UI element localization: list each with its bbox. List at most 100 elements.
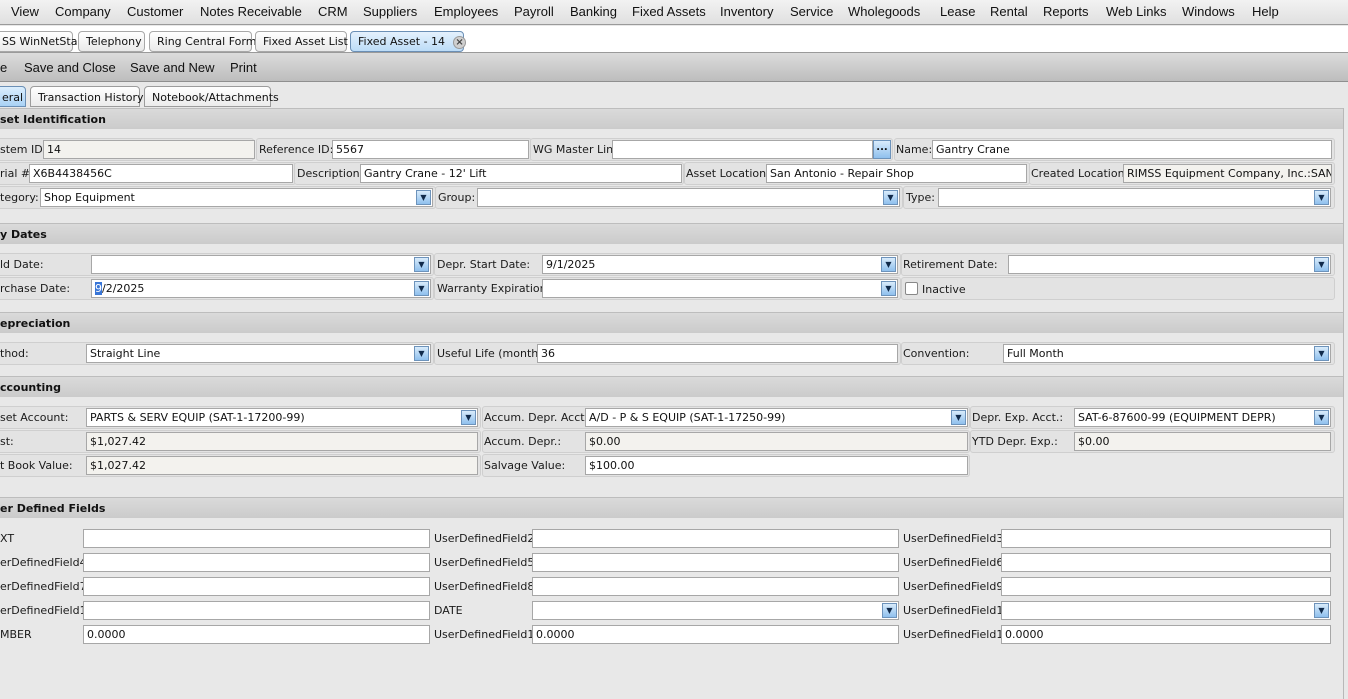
salvage-value-field[interactable]: $100.00	[585, 456, 968, 475]
menu-fixed-assets[interactable]: Fixed Assets	[632, 4, 706, 19]
menu-help[interactable]: Help	[1252, 4, 1279, 19]
tab-label: Telephony	[86, 35, 142, 48]
menu-company[interactable]: Company	[55, 4, 111, 19]
chevron-down-icon[interactable]: ▼	[881, 257, 896, 272]
name-label: Name:	[896, 143, 933, 156]
chevron-down-icon[interactable]: ▼	[1314, 603, 1329, 618]
chevron-down-icon[interactable]: ▼	[1314, 410, 1329, 425]
menu-windows[interactable]: Windows	[1182, 4, 1235, 19]
chevron-down-icon[interactable]: ▼	[882, 603, 897, 618]
menu-banking[interactable]: Banking	[570, 4, 617, 19]
wg-master-link-field[interactable]	[612, 140, 873, 159]
description-field[interactable]: Gantry Crane - 12' Lift	[360, 164, 682, 183]
menu-notes-receivable[interactable]: Notes Receivable	[200, 4, 302, 19]
udf-label: MBER	[0, 628, 32, 641]
udf-field[interactable]: 0.0000	[532, 625, 899, 644]
chevron-down-icon[interactable]: ▼	[414, 346, 429, 361]
udf-field[interactable]	[83, 601, 430, 620]
udf-field[interactable]	[532, 577, 899, 596]
menu-wholegoods[interactable]: Wholegoods	[848, 4, 920, 19]
udf-field[interactable]	[532, 529, 899, 548]
reference-id-field[interactable]: 5567	[332, 140, 529, 159]
close-tab-icon[interactable]: ×	[453, 36, 467, 49]
udf-field[interactable]: 0.0000	[1001, 625, 1331, 644]
serial-field[interactable]: X6B4438456C	[29, 164, 293, 183]
name-field[interactable]: Gantry Crane	[932, 140, 1332, 159]
tab-label: Ring Central Form	[157, 35, 257, 48]
udf-field[interactable]	[1001, 577, 1331, 596]
udf-field[interactable]	[1001, 553, 1331, 572]
tab-fixed-asset-14[interactable]: Fixed Asset - 14 ×	[350, 31, 467, 52]
warranty-expiration-dropdown[interactable]: ▼	[542, 279, 898, 298]
depr-exp-acct-dropdown[interactable]: SAT-6-87600-99 (EQUIPMENT DEPR) ▼	[1074, 408, 1331, 427]
chevron-down-icon[interactable]: ▼	[416, 190, 431, 205]
chevron-down-icon[interactable]: ▼	[881, 281, 896, 296]
udf-label: UserDefinedField8	[434, 580, 535, 593]
chevron-down-icon[interactable]: ▼	[414, 257, 429, 272]
method-dropdown[interactable]: Straight Line ▼	[86, 344, 431, 363]
section-header-accounting: ccounting	[0, 376, 1343, 397]
chevron-down-icon[interactable]: ▼	[461, 410, 476, 425]
udf-dropdown[interactable]: ▼	[1001, 601, 1331, 620]
asset-account-dropdown[interactable]: PARTS & SERV EQUIP (SAT-1-17200-99) ▼	[86, 408, 478, 427]
menu-view[interactable]: View	[11, 4, 39, 19]
created-location-field: RIMSS Equipment Company, Inc.:SAN ANT	[1123, 164, 1332, 183]
ytd-depr-exp-field: $0.00	[1074, 432, 1331, 451]
menu-web-links[interactable]: Web Links	[1106, 4, 1166, 19]
menu-rental[interactable]: Rental	[990, 4, 1028, 19]
chevron-down-icon[interactable]: ▼	[1314, 257, 1329, 272]
chevron-down-icon[interactable]: ▼	[883, 190, 898, 205]
group-dropdown[interactable]: ▼	[477, 188, 900, 207]
sold-date-dropdown[interactable]: ▼	[91, 255, 431, 274]
toolbar-print-button[interactable]: Print	[230, 60, 257, 75]
purchase-date-dropdown[interactable]: 9/2/2025 ▼	[91, 279, 431, 298]
menu-payroll[interactable]: Payroll	[514, 4, 554, 19]
udf-field[interactable]	[83, 553, 430, 572]
subtab-notebook-attachments[interactable]: Notebook/Attachments	[144, 86, 279, 107]
udf-field[interactable]: 0.0000	[83, 625, 430, 644]
udf-field[interactable]	[83, 529, 430, 548]
menu-suppliers[interactable]: Suppliers	[363, 4, 417, 19]
field-value: $0.00	[589, 435, 621, 448]
subtab-transaction-history[interactable]: Transaction History	[30, 86, 144, 107]
menu-crm[interactable]: CRM	[318, 4, 348, 19]
tab-fixed-asset-list[interactable]: Fixed Asset List	[255, 31, 348, 52]
menu-employees[interactable]: Employees	[434, 4, 498, 19]
udf-field[interactable]	[83, 577, 430, 596]
depr-start-date-dropdown[interactable]: 9/1/2025 ▼	[542, 255, 898, 274]
chevron-down-icon[interactable]: ▼	[414, 281, 429, 296]
ytd-depr-exp-label: YTD Depr. Exp.:	[972, 435, 1058, 448]
retirement-date-dropdown[interactable]: ▼	[1008, 255, 1331, 274]
depr-exp-acct-label: Depr. Exp. Acct.:	[972, 411, 1064, 424]
udf-field[interactable]	[1001, 529, 1331, 548]
tab-ss-winnetstar[interactable]: SS WinNetStar	[0, 31, 82, 52]
toolbar-save-and-close-button[interactable]: Save and Close	[24, 60, 116, 75]
category-dropdown[interactable]: Shop Equipment ▼	[40, 188, 433, 207]
udf-field[interactable]	[532, 553, 899, 572]
asset-location-label: Asset Location:	[686, 167, 770, 180]
menu-service[interactable]: Service	[790, 4, 833, 19]
document-tab-bar: SS WinNetStar Telephony Ring Central Form F…	[0, 26, 1348, 53]
type-dropdown[interactable]: ▼	[938, 188, 1331, 207]
tab-telephony[interactable]: Telephony	[78, 31, 145, 52]
field-value: RIMSS Equipment Company, Inc.:SAN ANT	[1127, 167, 1332, 180]
chevron-down-icon[interactable]: ▼	[951, 410, 966, 425]
menu-inventory[interactable]: Inventory	[720, 4, 773, 19]
menu-customer[interactable]: Customer	[127, 4, 183, 19]
udf-dropdown[interactable]: ▼	[532, 601, 899, 620]
ellipsis-button[interactable]: ...	[873, 140, 891, 159]
inactive-checkbox[interactable]	[905, 282, 918, 295]
chevron-down-icon[interactable]: ▼	[1314, 346, 1329, 361]
accum-depr-acct-dropdown[interactable]: A/D - P & S EQUIP (SAT-1-17250-99) ▼	[585, 408, 968, 427]
inactive-label: Inactive	[922, 283, 966, 296]
menu-lease[interactable]: Lease	[940, 4, 975, 19]
convention-dropdown[interactable]: Full Month ▼	[1003, 344, 1331, 363]
chevron-down-icon[interactable]: ▼	[1314, 190, 1329, 205]
toolbar-save-and-new-button[interactable]: Save and New	[130, 60, 215, 75]
toolbar-save-button[interactable]: e	[0, 60, 7, 75]
subtab-general[interactable]: eral	[0, 86, 26, 107]
menu-reports[interactable]: Reports	[1043, 4, 1089, 19]
useful-life-field[interactable]: 36	[537, 344, 898, 363]
asset-location-field[interactable]: San Antonio - Repair Shop	[766, 164, 1027, 183]
tab-ring-central-form[interactable]: Ring Central Form	[149, 31, 256, 52]
